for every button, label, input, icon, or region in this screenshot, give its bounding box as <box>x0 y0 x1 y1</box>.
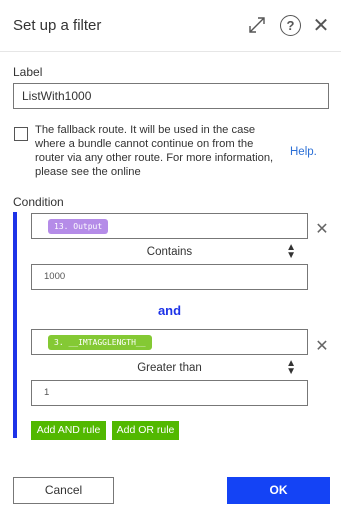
remove-condition-2-icon[interactable]: ✕ <box>315 336 329 356</box>
close-icon[interactable]: ✕ <box>311 14 331 37</box>
label-caption: Label <box>13 65 43 79</box>
add-or-rule-button[interactable]: Add OR rule <box>112 421 179 440</box>
operator-label: Contains <box>146 246 193 258</box>
label-input[interactable]: ListWith1000 <box>13 83 329 109</box>
select-arrows-icon: ▲ ▼ <box>286 358 296 377</box>
condition-2-operator-select[interactable]: Greater than ▲ ▼ <box>31 358 308 378</box>
select-arrows-icon: ▲ ▼ <box>286 242 296 261</box>
condition-1-operator-select[interactable]: Contains ▲ ▼ <box>31 242 308 262</box>
condition-2-value-input[interactable]: 1 <box>31 380 308 406</box>
filter-dialog: Set up a filter ? ✕ Label ListWith1000 T… <box>0 0 341 512</box>
fallback-checkbox[interactable] <box>14 127 28 141</box>
operand-pill[interactable]: 3. __IMTAGGLENGTH__ <box>48 335 152 350</box>
condition-1-operand-field[interactable]: 13. Output <box>31 213 308 239</box>
condition-group-bar <box>13 212 17 438</box>
expand-icon[interactable] <box>246 14 268 36</box>
condition-caption: Condition <box>13 195 64 209</box>
dialog-title: Set up a filter <box>13 17 102 34</box>
condition-2-operand-field[interactable]: 3. __IMTAGGLENGTH__ <box>31 329 308 355</box>
dialog-header: Set up a filter ? ✕ <box>0 0 341 52</box>
help-link[interactable]: Help. <box>290 146 317 158</box>
remove-condition-1-icon[interactable]: ✕ <box>315 219 329 239</box>
ok-button[interactable]: OK <box>227 477 330 504</box>
condition-1-value-input[interactable]: 1000 <box>31 264 308 290</box>
operand-pill[interactable]: 13. Output <box>48 219 109 234</box>
add-and-rule-button[interactable]: Add AND rule <box>31 421 106 440</box>
fallback-description: The fallback route. It will be used in t… <box>35 124 274 178</box>
cancel-button[interactable]: Cancel <box>13 477 114 504</box>
operator-label: Greater than <box>137 362 202 374</box>
and-connector: and <box>157 303 182 318</box>
help-icon[interactable]: ? <box>280 15 301 36</box>
